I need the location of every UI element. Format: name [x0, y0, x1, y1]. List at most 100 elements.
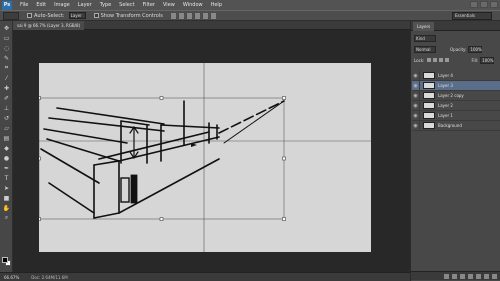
transform-handle: [37, 156, 41, 161]
menu-view[interactable]: View: [163, 2, 175, 8]
shape-icon[interactable]: ■: [2, 194, 11, 202]
eye-icon[interactable]: ◉: [412, 70, 420, 81]
filter-row: Kind: [414, 34, 436, 42]
document-tab-bar: sai 9 @ 66.7% (Layer 3, RGB/8): [13, 21, 410, 30]
align-bottom-icon[interactable]: [186, 12, 192, 19]
new-layer-icon[interactable]: [484, 273, 489, 279]
layer-style-icon[interactable]: [452, 273, 457, 279]
align-top-icon[interactable]: [170, 12, 176, 19]
layer-row[interactable]: ◉ Layer 4: [412, 70, 500, 81]
transform-handle: [282, 96, 286, 100]
panel-footer: [411, 271, 500, 280]
layer-row[interactable]: ◉ Background: [412, 120, 500, 131]
menu-layer[interactable]: Layer: [78, 2, 92, 8]
lasso-icon[interactable]: ◌: [2, 44, 11, 52]
transform-handle: [37, 217, 41, 221]
perspective-sketch: [37, 63, 371, 252]
eye-icon[interactable]: ◉: [412, 110, 420, 121]
maximize-button[interactable]: [480, 1, 488, 8]
layer-row[interactable]: ◉ Layer 2: [412, 100, 500, 111]
close-button[interactable]: [490, 1, 498, 8]
brush-icon[interactable]: ✐: [2, 94, 11, 102]
panel-tab-bar: Layers: [411, 21, 500, 31]
lock-all-icon[interactable]: [445, 58, 450, 62]
document-info: Doc: 2.64M/11.6M: [31, 274, 68, 280]
marquee-icon[interactable]: ▭: [2, 34, 11, 42]
show-transform-label: Show Transform Controls: [100, 12, 163, 19]
menu-window[interactable]: Window: [183, 2, 203, 8]
layer-thumbnail: [423, 102, 435, 109]
layer-row[interactable]: ◉ Layer 2 copy: [412, 90, 500, 101]
lock-paint-icon[interactable]: [433, 58, 438, 62]
adjustment-icon[interactable]: [468, 273, 473, 279]
gradient-icon[interactable]: ▤: [2, 134, 11, 142]
zoom-icon[interactable]: ⌕: [2, 214, 11, 222]
document-tab[interactable]: sai 9 @ 66.7% (Layer 3, RGB/8): [13, 21, 85, 30]
canvas[interactable]: [37, 63, 371, 252]
eye-icon[interactable]: ◉: [412, 80, 420, 91]
opacity-label: Opacity:: [450, 46, 467, 52]
dodge-icon[interactable]: ●: [2, 154, 11, 162]
layer-name: Layer 3: [438, 83, 453, 88]
fill-input[interactable]: 100%: [480, 56, 495, 64]
eye-icon[interactable]: ◉: [412, 100, 420, 111]
path-select-icon[interactable]: ➤: [2, 184, 11, 192]
transform-handle: [159, 96, 164, 100]
lock-pixels-icon[interactable]: [427, 58, 432, 62]
kind-filter-dropdown[interactable]: Kind: [414, 34, 436, 42]
hand-icon[interactable]: ✋: [2, 204, 11, 212]
foreground-color-swatch[interactable]: [2, 257, 8, 263]
auto-select-label: Auto-Select:: [34, 12, 65, 19]
menu-help[interactable]: Help: [211, 2, 222, 8]
menu-image[interactable]: Image: [54, 2, 70, 8]
lock-position-icon[interactable]: [439, 58, 444, 62]
auto-select-dropdown[interactable]: Layer: [68, 12, 86, 19]
menu-edit[interactable]: Edit: [36, 2, 46, 8]
layer-row[interactable]: ◉ Layer 1: [412, 110, 500, 121]
workspace-switcher[interactable]: Essentials: [452, 12, 492, 20]
options-bar: Auto-Select: Layer Show Transform Contro…: [0, 10, 500, 21]
window-controls: [470, 1, 498, 8]
link-layers-icon[interactable]: [444, 273, 449, 279]
history-brush-icon[interactable]: ↺: [2, 114, 11, 122]
healing-icon[interactable]: ✚: [2, 84, 11, 92]
blend-mode-dropdown[interactable]: Normal: [414, 45, 436, 53]
menu-filter[interactable]: Filter: [143, 2, 155, 8]
menu-type[interactable]: Type: [100, 2, 111, 8]
trash-icon[interactable]: [492, 273, 497, 279]
layer-thumbnail: [423, 82, 435, 89]
transform-handle: [282, 156, 286, 161]
zoom-level[interactable]: 66.67%: [4, 275, 19, 280]
blur-icon[interactable]: ◆: [2, 144, 11, 152]
auto-select-checkbox[interactable]: [27, 13, 32, 18]
layer-name: Layer 2: [438, 103, 453, 108]
align-middle-icon[interactable]: [178, 12, 184, 19]
align-center-icon[interactable]: [202, 12, 208, 19]
quick-select-icon[interactable]: ✎: [2, 54, 11, 62]
align-left-icon[interactable]: [194, 12, 200, 19]
move-icon[interactable]: ✥: [2, 24, 11, 32]
pen-icon[interactable]: ✒: [2, 164, 11, 172]
stamp-icon[interactable]: ⊥: [2, 104, 11, 112]
crop-icon[interactable]: ⌗: [2, 64, 11, 72]
eraser-icon[interactable]: ▱: [2, 124, 11, 132]
ink-strokes: [40, 100, 285, 219]
eyedropper-icon[interactable]: ⁄: [2, 74, 11, 82]
type-icon[interactable]: T: [2, 174, 11, 182]
menu-file[interactable]: File: [20, 2, 28, 8]
menu-select[interactable]: Select: [119, 2, 134, 8]
eye-icon[interactable]: ◉: [412, 120, 420, 131]
lock-label: Lock:: [414, 57, 425, 63]
mask-icon[interactable]: [460, 273, 465, 279]
group-icon[interactable]: [476, 273, 481, 279]
tool-preset-picker[interactable]: [3, 11, 19, 20]
minimize-button[interactable]: [470, 1, 478, 8]
show-transform-checkbox[interactable]: [93, 13, 99, 18]
opacity-input[interactable]: 100%: [468, 45, 483, 53]
align-right-icon[interactable]: [210, 12, 216, 19]
align-buttons: [170, 12, 216, 19]
status-bar: 66.67% Doc: 2.64M/11.6M: [0, 272, 410, 281]
eye-icon[interactable]: ◉: [412, 90, 420, 101]
tab-layers[interactable]: Layers: [413, 22, 435, 31]
layer-row-selected[interactable]: ◉ Layer 3: [412, 80, 500, 91]
